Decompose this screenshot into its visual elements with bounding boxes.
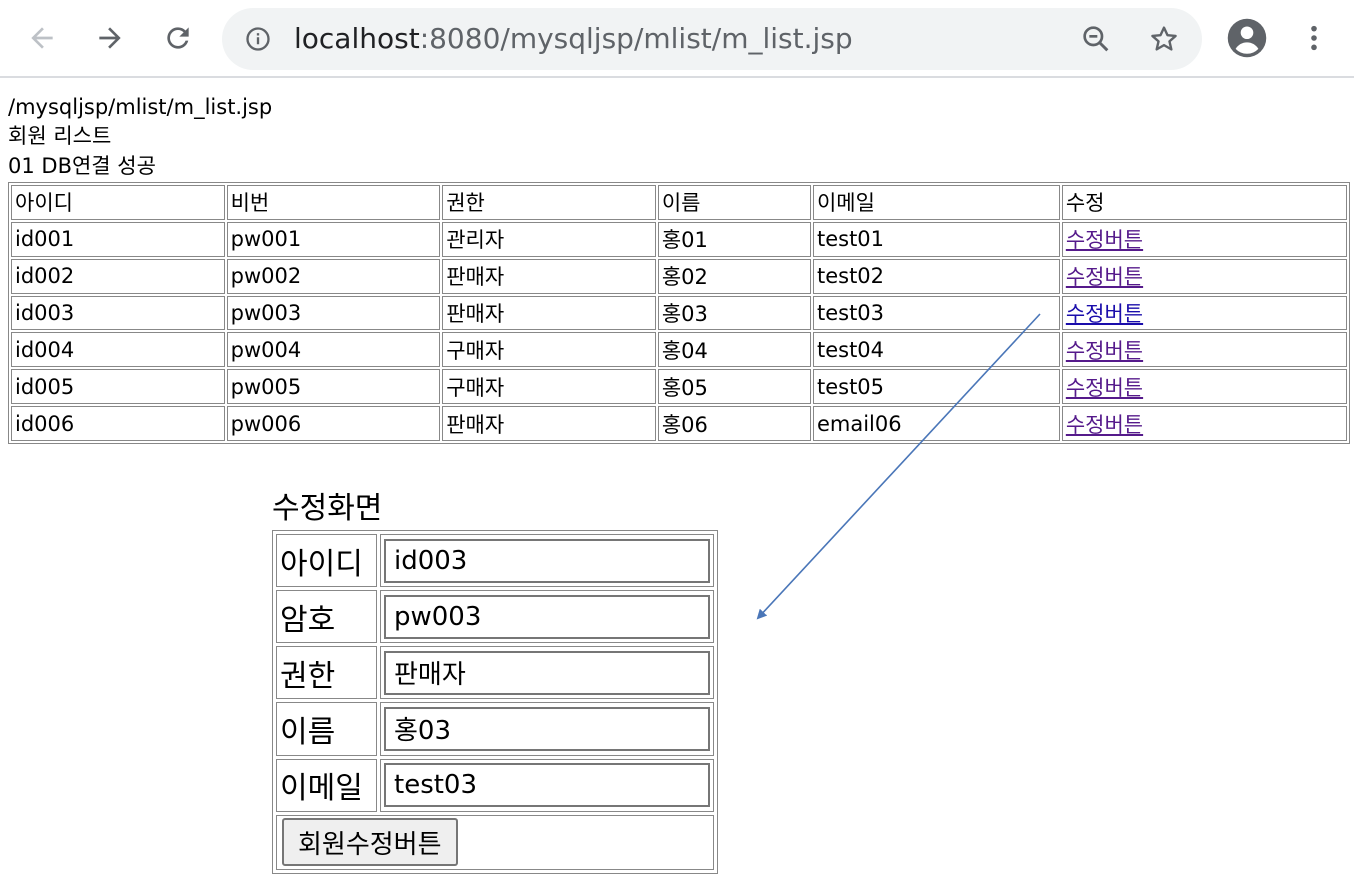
- edit-link[interactable]: 수정버튼: [1066, 413, 1143, 437]
- db-status: 01 DB연결 성공: [8, 154, 156, 178]
- id-field[interactable]: [384, 538, 710, 583]
- column-header: 수정: [1061, 185, 1347, 220]
- form-row: 암호: [276, 590, 714, 644]
- cell-password: pw005: [226, 369, 441, 405]
- role-field[interactable]: [384, 650, 710, 695]
- cell-password: pw002: [226, 258, 441, 294]
- table-row: id003 pw003 판매자 홍03 test03 수정버튼: [11, 295, 1347, 331]
- form-row: 회원수정버튼: [276, 814, 714, 870]
- cell-email: test01: [812, 221, 1060, 257]
- table-row: id005 pw005 구매자 홍05 test05 수정버튼: [11, 369, 1347, 405]
- forward-arrow-icon[interactable]: [86, 14, 134, 62]
- cell-role: 구매자: [442, 332, 656, 368]
- cell-role: 판매자: [442, 295, 656, 331]
- table-row: id006 pw006 판매자 홍06 email06 수정버튼: [11, 406, 1347, 441]
- table-row: id004 pw004 구매자 홍04 test04 수정버튼: [11, 332, 1347, 368]
- cell-id: id003: [11, 295, 225, 331]
- form-row: 아이디: [276, 534, 714, 588]
- cell-email: test02: [812, 258, 1060, 294]
- browser-toolbar: localhost:8080/mysqljsp/mlist/m_list.jsp: [0, 0, 1354, 78]
- cell-action: 수정버튼: [1061, 406, 1347, 441]
- email-field[interactable]: [384, 763, 710, 808]
- url-host: localhost: [294, 22, 420, 55]
- page-path: /mysqljsp/mlist/m_list.jsp: [8, 95, 273, 119]
- cell-id: id002: [11, 258, 225, 294]
- cell-name: 홍04: [657, 332, 811, 368]
- cell-action: 수정버튼: [1061, 369, 1347, 405]
- cell-name: 홍02: [657, 258, 811, 294]
- cell-role: 판매자: [442, 406, 656, 441]
- cell-name: 홍05: [657, 369, 811, 405]
- cell-action: 수정버튼: [1061, 295, 1347, 331]
- cell-email: email06: [812, 406, 1060, 441]
- password-field[interactable]: [384, 594, 710, 639]
- cell-name: 홍03: [657, 295, 811, 331]
- back-arrow-icon[interactable]: [18, 14, 66, 62]
- cell-password: pw004: [226, 332, 441, 368]
- field-label: 암호: [276, 590, 377, 644]
- edit-link[interactable]: 수정버튼: [1066, 265, 1143, 289]
- cell-email: test04: [812, 332, 1060, 368]
- cell-email: test03: [812, 295, 1060, 331]
- page-heading: 회원 리스트: [8, 124, 112, 148]
- column-header: 비번: [226, 185, 441, 220]
- info-icon[interactable]: [242, 23, 274, 55]
- cell-password: pw003: [226, 295, 441, 331]
- edit-link[interactable]: 수정버튼: [1066, 302, 1143, 326]
- column-header: 아이디: [11, 185, 225, 220]
- cell-password: pw001: [226, 221, 441, 257]
- cell-action: 수정버튼: [1061, 332, 1347, 368]
- form-row: 이름: [276, 702, 714, 756]
- field-label: 권한: [276, 646, 377, 700]
- cell-action: 수정버튼: [1061, 221, 1347, 257]
- column-header: 권한: [442, 185, 656, 220]
- column-header: 이메일: [812, 185, 1060, 220]
- form-row: 이메일: [276, 758, 714, 812]
- cell-id: id006: [11, 406, 225, 441]
- member-table: 아이디 비번 권한 이름 이메일 수정 id001 pw001 관리자 홍01 …: [8, 182, 1350, 444]
- field-label: 이메일: [276, 758, 377, 812]
- cell-name: 홍01: [657, 221, 811, 257]
- cell-role: 구매자: [442, 369, 656, 405]
- cell-password: pw006: [226, 406, 441, 441]
- table-header-row: 아이디 비번 권한 이름 이메일 수정: [11, 185, 1347, 220]
- edit-form: 아이디 암호 권한 이름 이메일 회원수정버튼: [272, 530, 718, 874]
- reload-icon[interactable]: [154, 14, 202, 62]
- name-field[interactable]: [384, 706, 710, 751]
- table-row: id002 pw002 판매자 홍02 test02 수정버튼: [11, 258, 1347, 294]
- account-icon[interactable]: [1223, 14, 1271, 62]
- field-label: 이름: [276, 702, 377, 756]
- cell-id: id004: [11, 332, 225, 368]
- column-header: 이름: [657, 185, 811, 220]
- cell-id: id005: [11, 369, 225, 405]
- table-row: id001 pw001 관리자 홍01 test01 수정버튼: [11, 221, 1347, 257]
- form-row: 권한: [276, 646, 714, 700]
- cell-action: 수정버튼: [1061, 258, 1347, 294]
- cell-email: test05: [812, 369, 1060, 405]
- more-vert-icon[interactable]: [1290, 14, 1338, 62]
- cell-id: id001: [11, 221, 225, 257]
- address-bar[interactable]: localhost:8080/mysqljsp/mlist/m_list.jsp: [222, 8, 1202, 70]
- field-label: 아이디: [276, 534, 377, 588]
- update-member-button[interactable]: 회원수정버튼: [282, 818, 458, 867]
- cell-role: 판매자: [442, 258, 656, 294]
- edit-link[interactable]: 수정버튼: [1066, 376, 1143, 400]
- star-icon[interactable]: [1146, 21, 1182, 57]
- cell-name: 홍06: [657, 406, 811, 441]
- edit-link[interactable]: 수정버튼: [1066, 339, 1143, 363]
- edit-form-title: 수정화면: [272, 491, 383, 526]
- cell-role: 관리자: [442, 221, 656, 257]
- zoom-out-icon[interactable]: [1078, 21, 1114, 57]
- edit-link[interactable]: 수정버튼: [1066, 228, 1143, 252]
- url-path: :8080/mysqljsp/mlist/m_list.jsp: [419, 22, 853, 55]
- url-text[interactable]: localhost:8080/mysqljsp/mlist/m_list.jsp: [294, 21, 853, 57]
